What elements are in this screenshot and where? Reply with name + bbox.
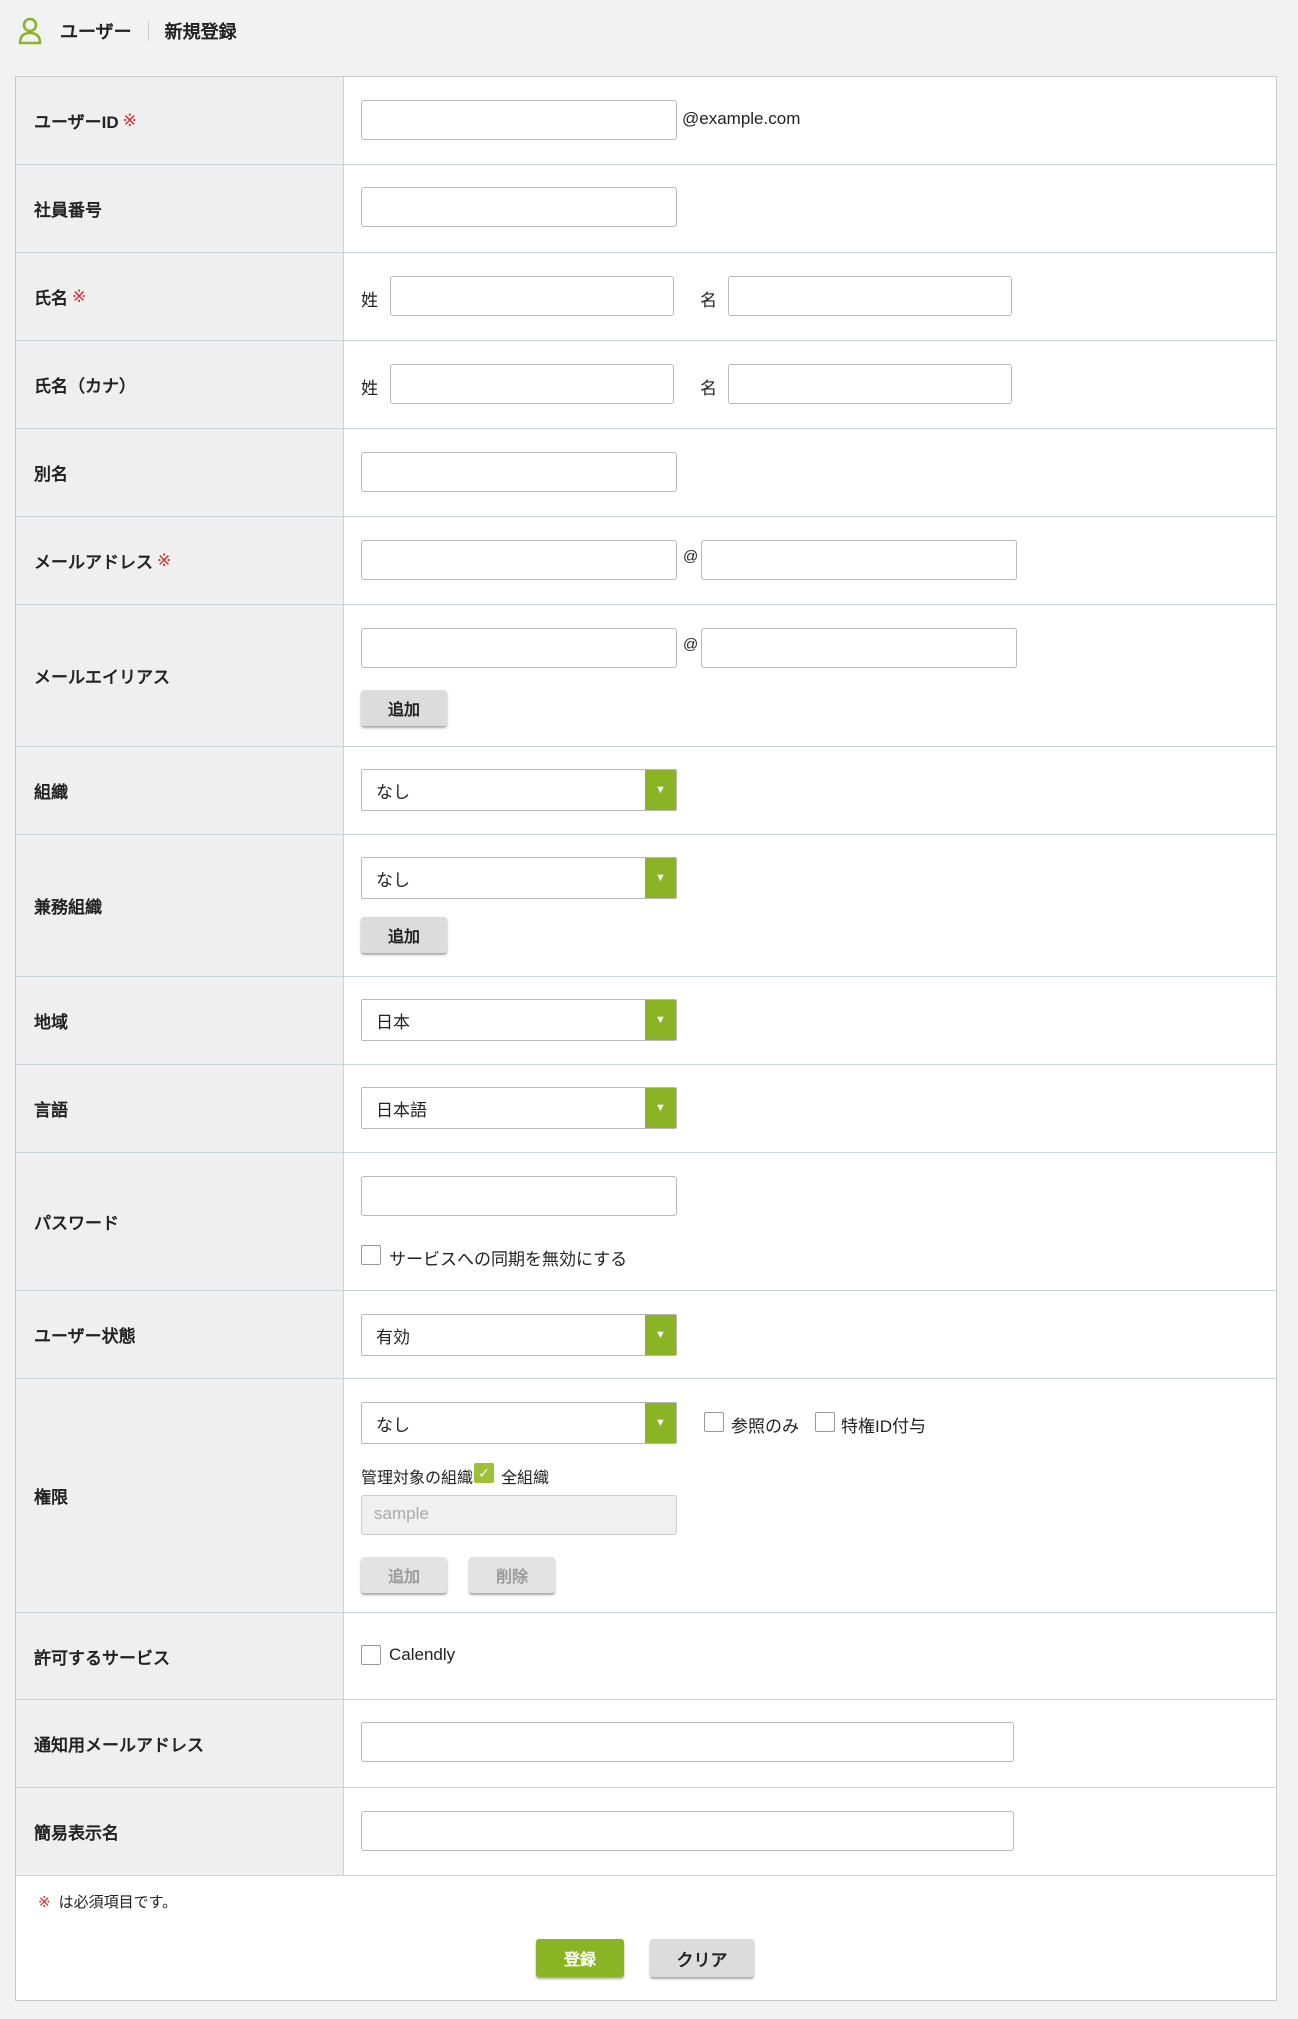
email-domain-input[interactable]	[701, 540, 1017, 580]
sub-org-select[interactable]: なし ▼	[361, 857, 677, 899]
label-employee-no: 社員番号	[16, 165, 344, 252]
email-alias-at-sign: @	[683, 636, 699, 653]
row-display-name: 簡易表示名	[16, 1788, 1276, 1876]
label-org: 組織	[16, 747, 344, 834]
submit-button[interactable]: 登録	[536, 1939, 624, 1977]
all-orgs-checkbox[interactable]: ✓	[474, 1463, 494, 1483]
managed-orgs-list: sample	[361, 1495, 677, 1535]
label-authority: 権限	[16, 1379, 344, 1612]
alias-input[interactable]	[361, 452, 677, 492]
first-name-input[interactable]	[728, 276, 1012, 316]
label-notify-email: 通知用メールアドレス	[16, 1700, 344, 1787]
privileged-id-label: 特権ID付与	[841, 1417, 926, 1436]
first-name-kana-label: 名	[700, 379, 717, 398]
user-id-domain-suffix: @example.com	[682, 109, 801, 128]
label-sub-org: 兼務組織	[16, 835, 344, 976]
notify-email-input[interactable]	[361, 1722, 1014, 1762]
row-alias: 別名	[16, 429, 1276, 517]
row-status: ユーザー状態 有効 ▼	[16, 1291, 1276, 1379]
language-select[interactable]: 日本語 ▼	[361, 1087, 677, 1129]
service-calendly-checkbox[interactable]	[361, 1645, 381, 1665]
label-alias: 別名	[16, 429, 344, 516]
chevron-down-icon: ▼	[645, 1088, 676, 1128]
last-name-kana-input[interactable]	[390, 364, 674, 404]
user-registration-form: ユーザーID ※ @example.com 社員番号 氏名 ※ 姓 名 氏名（カナ）…	[15, 76, 1277, 2001]
check-icon: ✓	[478, 1464, 490, 1481]
email-at-sign: @	[683, 548, 699, 565]
chevron-down-icon: ▼	[645, 1000, 676, 1040]
label-user-id: ユーザーID ※	[16, 77, 344, 164]
label-services: 許可するサービス	[16, 1613, 344, 1699]
authority-select[interactable]: なし ▼	[361, 1402, 677, 1444]
first-name-label: 名	[700, 291, 717, 310]
label-display-name: 簡易表示名	[16, 1788, 344, 1875]
sync-disable-label: サービスへの同期を無効にする	[389, 1250, 628, 1269]
password-input[interactable]	[361, 1176, 677, 1216]
org-select[interactable]: なし ▼	[361, 769, 677, 811]
managed-orgs-add-button[interactable]: 追加	[361, 1557, 447, 1593]
row-name: 氏名 ※ 姓 名	[16, 253, 1276, 341]
row-region: 地域 日本 ▼	[16, 977, 1276, 1065]
row-email: メールアドレス ※ @	[16, 517, 1276, 605]
read-only-checkbox[interactable]	[704, 1412, 724, 1432]
email-alias-domain-input[interactable]	[701, 628, 1017, 668]
chevron-down-icon: ▼	[645, 858, 676, 898]
row-user-id: ユーザーID ※ @example.com	[16, 77, 1276, 165]
managed-orgs-label: 管理対象の組織	[361, 1470, 474, 1487]
row-services: 許可するサービス Calendly	[16, 1613, 1276, 1700]
clear-button[interactable]: クリア	[650, 1939, 754, 1977]
email-alias-add-button[interactable]: 追加	[361, 690, 447, 726]
employee-no-input[interactable]	[361, 187, 677, 227]
page-header: ユーザー 新規登録	[0, 0, 1298, 62]
row-sub-org: 兼務組織 なし ▼ 追加	[16, 835, 1276, 977]
all-orgs-label: 全組織	[501, 1470, 550, 1487]
last-name-input[interactable]	[390, 276, 674, 316]
label-region: 地域	[16, 977, 344, 1064]
last-name-label: 姓	[361, 291, 378, 310]
service-calendly-label: Calendly	[389, 1645, 456, 1664]
region-select[interactable]: 日本 ▼	[361, 999, 677, 1041]
label-email: メールアドレス ※	[16, 517, 344, 604]
row-name-kana: 氏名（カナ） 姓 名	[16, 341, 1276, 429]
label-status: ユーザー状態	[16, 1291, 344, 1378]
email-local-input[interactable]	[361, 540, 677, 580]
managed-orgs-delete-button[interactable]: 削除	[469, 1557, 555, 1593]
row-notify-email: 通知用メールアドレス	[16, 1700, 1276, 1788]
breadcrumb-new: 新規登録	[164, 22, 237, 42]
required-mark: ※	[157, 550, 172, 570]
row-employee-no: 社員番号	[16, 165, 1276, 253]
row-authority: 権限 なし ▼ 参照のみ 特権ID付与 管理対象の組織 ✓ 全組織 sample …	[16, 1379, 1276, 1613]
first-name-kana-input[interactable]	[728, 364, 1012, 404]
email-alias-local-input[interactable]	[361, 628, 677, 668]
row-org: 組織 なし ▼	[16, 747, 1276, 835]
status-select[interactable]: 有効 ▼	[361, 1314, 677, 1356]
managed-orgs-placeholder: sample	[374, 1504, 429, 1523]
required-mark: ※	[72, 286, 87, 306]
label-name: 氏名 ※	[16, 253, 344, 340]
label-language: 言語	[16, 1065, 344, 1152]
required-mark: ※	[122, 110, 137, 130]
display-name-input[interactable]	[361, 1811, 1014, 1851]
breadcrumb-users[interactable]: ユーザー	[60, 18, 132, 44]
chevron-down-icon: ▼	[645, 770, 676, 810]
user-icon	[18, 17, 42, 45]
required-footnote: ※ は必須項目です。	[38, 1894, 178, 1911]
privileged-id-checkbox[interactable]	[815, 1412, 835, 1432]
row-language: 言語 日本語 ▼	[16, 1065, 1276, 1153]
label-email-alias: メールエイリアス	[16, 605, 344, 746]
sub-org-add-button[interactable]: 追加	[361, 917, 447, 953]
chevron-down-icon: ▼	[645, 1403, 676, 1443]
user-id-input[interactable]	[361, 100, 677, 140]
sync-disable-checkbox[interactable]	[361, 1245, 381, 1265]
chevron-down-icon: ▼	[645, 1315, 676, 1355]
breadcrumb-divider	[147, 21, 149, 41]
row-email-alias: メールエイリアス @ 追加	[16, 605, 1276, 747]
read-only-label: 参照のみ	[731, 1417, 799, 1436]
label-password: パスワード	[16, 1153, 344, 1290]
row-password: パスワード サービスへの同期を無効にする	[16, 1153, 1276, 1291]
label-name-kana: 氏名（カナ）	[16, 341, 344, 428]
last-name-kana-label: 姓	[361, 379, 378, 398]
required-mark: ※	[38, 1894, 51, 1911]
